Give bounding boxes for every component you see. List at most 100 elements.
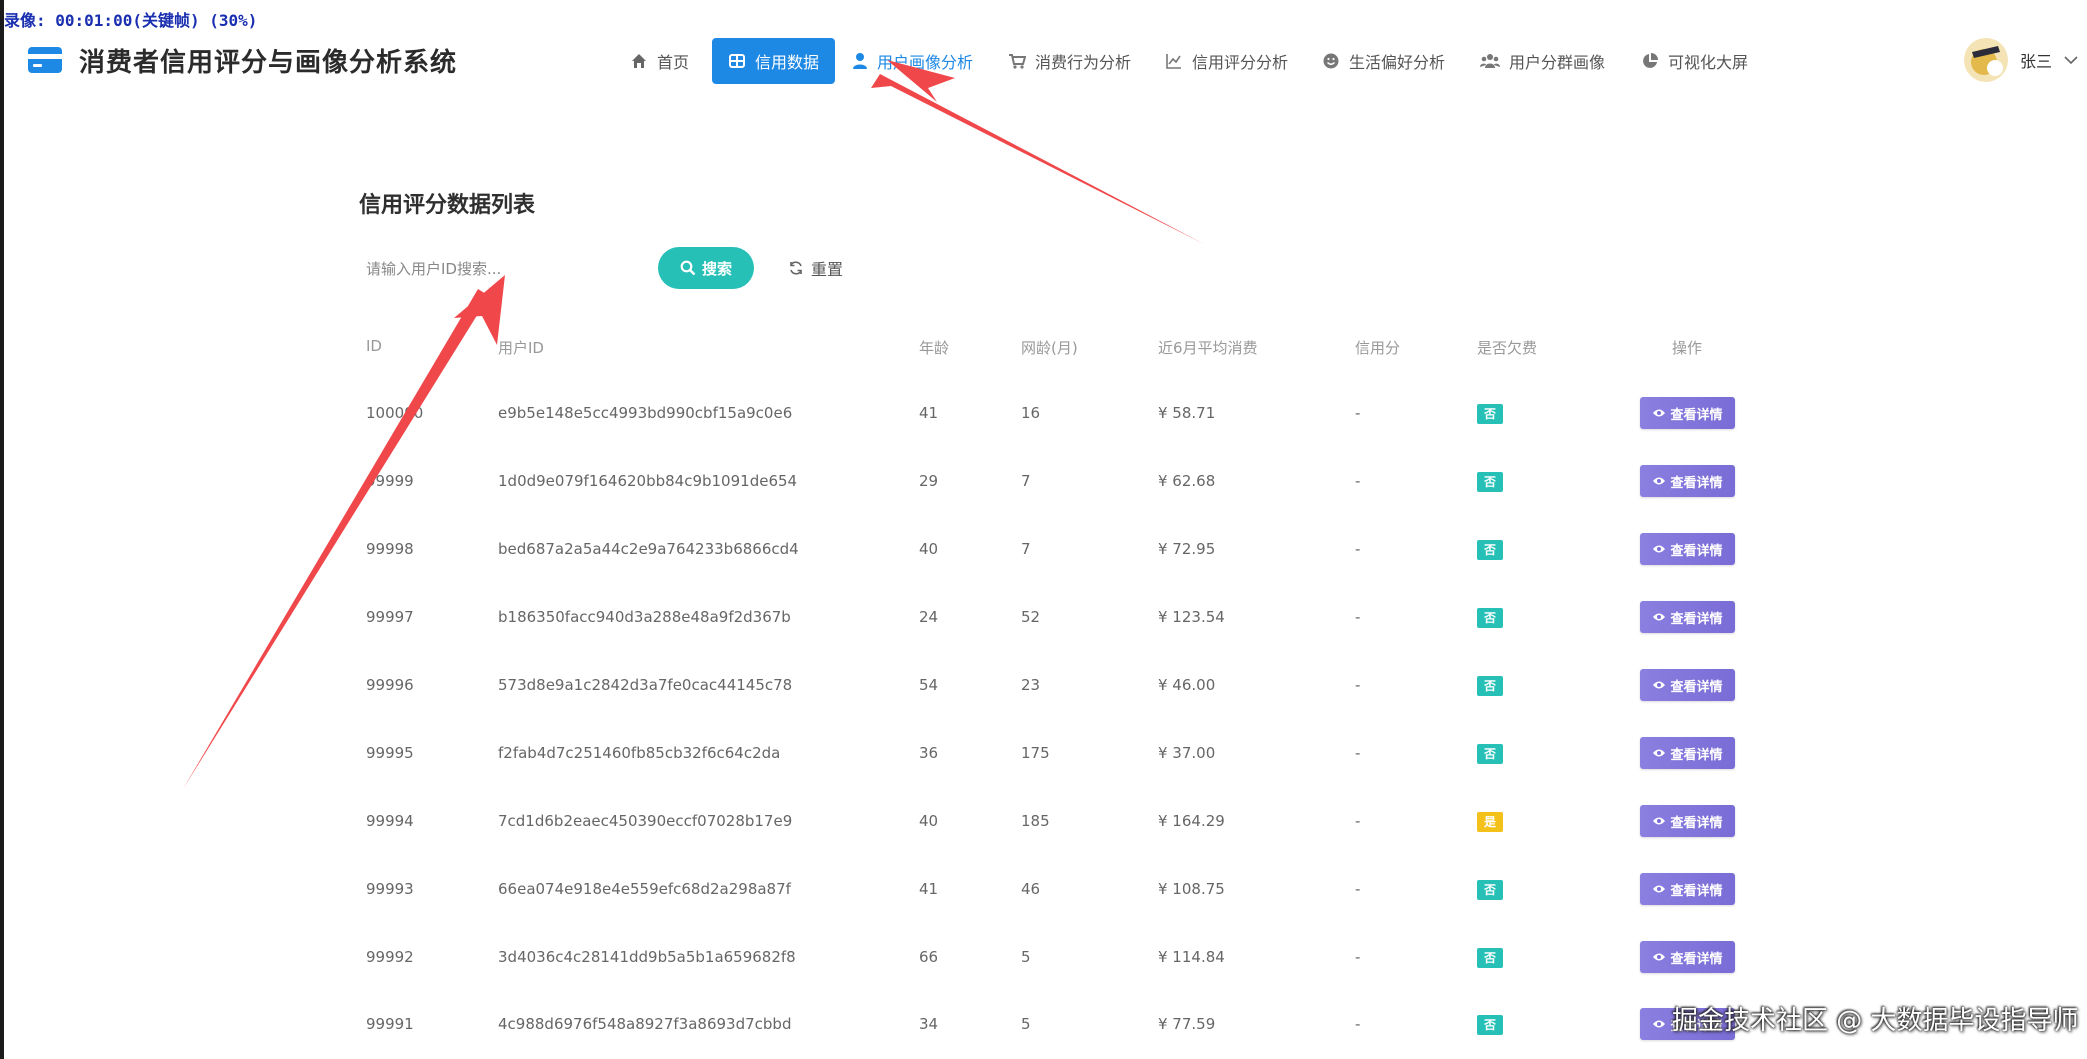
cell-user-id: 4c988d6976f548a8927f3a8693d7cbbd <box>498 1015 792 1033</box>
nav-item-home[interactable]: 首页 <box>630 38 689 84</box>
eye-icon <box>1653 749 1666 757</box>
cell-avg-spend: ¥ 62.68 <box>1158 472 1216 490</box>
table-row: 100000 e9b5e148e5cc4993bd990cbf15a9c0e6 … <box>0 379 2087 447</box>
table-row: 99998 bed687a2a5a44c2e9a764233b6866cd4 4… <box>0 515 2087 583</box>
view-detail-button[interactable]: 查看详情 <box>1640 397 1735 429</box>
cell-id: 100000 <box>366 404 424 422</box>
view-detail-label: 查看详情 <box>1670 883 1723 899</box>
cell-user-id: 66ea074e918e4e559efc68d2a298a87f <box>498 880 791 898</box>
recording-overlay: 录像: 00:01:00(关键帧) (30%) <box>4 11 258 30</box>
cell-age: 40 <box>919 540 939 558</box>
view-detail-button[interactable]: 查看详情 <box>1640 601 1735 633</box>
line-chart-icon <box>1166 54 1181 69</box>
nav-label-consumption: 消费行为分析 <box>1035 53 1132 72</box>
user-menu[interactable]: 张三 <box>1964 36 2078 84</box>
users-icon <box>1480 54 1500 68</box>
cell-avg-spend: ¥ 114.84 <box>1158 948 1225 966</box>
nav-item-user-segments[interactable]: 用户分群画像 <box>1480 38 1605 84</box>
table-row: 99995 f2fab4d7c251460fb85cb32f6c64c2da 3… <box>0 719 2087 787</box>
cell-credit-score: - <box>1355 404 1361 422</box>
column-header-user-id: 用户ID <box>498 339 544 357</box>
nav-item-credit-data[interactable]: 信用数据 <box>712 38 836 84</box>
eye-icon <box>1653 613 1666 621</box>
view-detail-button[interactable]: 查看详情 <box>1640 805 1735 837</box>
user-id-search-input[interactable] <box>364 252 638 286</box>
cell-id: 99994 <box>366 812 414 830</box>
eye-icon <box>1653 817 1666 825</box>
arrears-badge: 否 <box>1477 472 1503 492</box>
cell-id: 99998 <box>366 540 414 558</box>
cell-id: 99997 <box>366 608 414 626</box>
cell-net-age: 185 <box>1021 812 1050 830</box>
arrears-badge: 否 <box>1477 676 1503 696</box>
cell-age: 66 <box>919 948 939 966</box>
eye-icon <box>1653 409 1666 417</box>
column-header-net-age: 网龄(月) <box>1021 339 1078 357</box>
cell-avg-spend: ¥ 77.59 <box>1158 1015 1216 1033</box>
refresh-icon <box>790 261 802 275</box>
column-header-id: ID <box>366 337 382 355</box>
cell-credit-score: - <box>1355 812 1361 830</box>
user-name: 张三 <box>2020 52 2053 71</box>
eye-icon <box>1653 477 1666 485</box>
search-button[interactable]: 搜索 <box>658 247 754 289</box>
cell-age: 40 <box>919 812 939 830</box>
nav-label-lifestyle: 生活偏好分析 <box>1349 53 1446 72</box>
view-detail-button[interactable]: 查看详情 <box>1640 737 1735 769</box>
cell-avg-spend: ¥ 123.54 <box>1158 608 1225 626</box>
cell-age: 24 <box>919 608 939 626</box>
table-row: 99993 66ea074e918e4e559efc68d2a298a87f 4… <box>0 855 2087 923</box>
eye-icon <box>1653 681 1666 689</box>
nav-item-credit-score[interactable]: 信用评分分析 <box>1165 38 1288 84</box>
cart-icon <box>1009 54 1026 69</box>
watermark: 掘金技术社区 @ 大数据毕设指导师 <box>1672 1006 2079 1036</box>
cell-credit-score: - <box>1355 676 1361 694</box>
list-title: 信用评分数据列表 <box>359 193 536 218</box>
cell-user-id: f2fab4d7c251460fb85cb32f6c64c2da <box>498 744 781 762</box>
cell-id: 99999 <box>366 472 414 490</box>
cell-age: 41 <box>919 404 939 422</box>
table-icon <box>729 54 745 68</box>
column-header-arrears: 是否欠费 <box>1477 339 1538 357</box>
arrears-badge: 是 <box>1477 812 1503 832</box>
nav-item-lifestyle[interactable]: 生活偏好分析 <box>1322 38 1445 84</box>
eye-icon <box>1653 1020 1666 1028</box>
column-header-credit-score: 信用分 <box>1355 339 1401 357</box>
arrears-badge: 否 <box>1477 744 1503 764</box>
view-detail-button[interactable]: 查看详情 <box>1640 669 1735 701</box>
cell-credit-score: - <box>1355 744 1361 762</box>
cell-avg-spend: ¥ 108.75 <box>1158 880 1225 898</box>
cell-age: 54 <box>919 676 939 694</box>
column-header-avg-spend: 近6月平均消费 <box>1158 339 1258 357</box>
cell-avg-spend: ¥ 164.29 <box>1158 812 1225 830</box>
user-icon <box>853 53 867 69</box>
cell-credit-score: - <box>1355 540 1361 558</box>
reset-button-label: 重置 <box>811 260 844 279</box>
nav-item-user-profile[interactable]: 用户画像分析 <box>852 38 973 84</box>
view-detail-button[interactable]: 查看详情 <box>1640 873 1735 905</box>
reset-button[interactable]: 重置 <box>788 252 843 284</box>
top-header: 消费者信用评分与画像分析系统 首页 信用数据 用户画像分析 消费行为分析 信用评… <box>0 0 2087 125</box>
view-detail-button[interactable]: 查看详情 <box>1640 941 1735 973</box>
nav-label-home: 首页 <box>657 53 690 72</box>
view-detail-label: 查看详情 <box>1670 679 1723 695</box>
cell-user-id: 1d0d9e079f164620bb84c9b1091de654 <box>498 472 798 490</box>
cell-avg-spend: ¥ 46.00 <box>1158 676 1216 694</box>
eye-icon <box>1653 953 1666 961</box>
eye-icon <box>1653 545 1666 553</box>
view-detail-label: 查看详情 <box>1670 407 1723 423</box>
nav-item-consumption[interactable]: 消费行为分析 <box>1008 38 1131 84</box>
view-detail-button[interactable]: 查看详情 <box>1640 465 1735 497</box>
smile-icon <box>1323 53 1339 69</box>
nav-label-credit-data: 信用数据 <box>755 53 820 72</box>
table-row: 99996 573d8e9a1c2842d3a7fe0cac44145c78 5… <box>0 651 2087 719</box>
cell-net-age: 23 <box>1021 676 1041 694</box>
cell-avg-spend: ¥ 58.71 <box>1158 404 1216 422</box>
nav-item-dashboard[interactable]: 可视化大屏 <box>1641 38 1748 84</box>
cell-user-id: 7cd1d6b2eaec450390eccf07028b17e9 <box>498 812 793 830</box>
view-detail-label: 查看详情 <box>1670 815 1723 831</box>
home-icon <box>632 54 646 68</box>
view-detail-button[interactable]: 查看详情 <box>1640 533 1735 565</box>
cell-credit-score: - <box>1355 472 1361 490</box>
cell-id: 99996 <box>366 676 414 694</box>
